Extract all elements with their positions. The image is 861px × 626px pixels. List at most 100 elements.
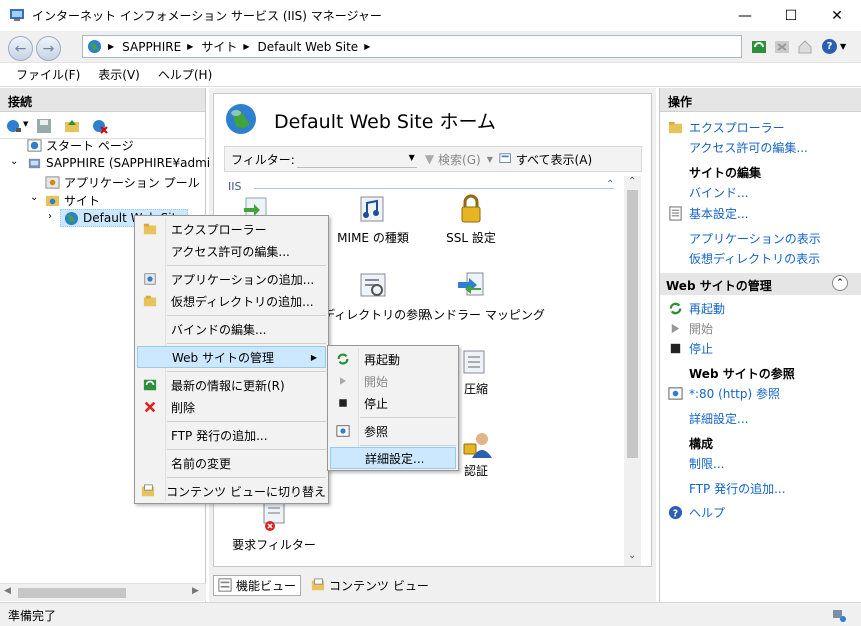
- path-segment-site[interactable]: Default Web Site: [258, 40, 359, 54]
- chevron-down-icon[interactable]: ⌄: [30, 192, 38, 203]
- menu-item-explore[interactable]: エクスプローラー: [137, 218, 326, 240]
- action-basic-settings[interactable]: 基本設定...: [668, 205, 748, 222]
- menu-item-add-virtual-directory[interactable]: 仮想ディレクトリの追加...: [137, 290, 326, 312]
- close-button[interactable]: ✕: [814, 0, 860, 31]
- vertical-scrollbar[interactable]: ⌃ ⌄: [624, 176, 641, 566]
- menu-help[interactable]: ヘルプ(H): [158, 66, 212, 83]
- submenu-item-stop[interactable]: 停止: [330, 392, 456, 414]
- section-manage-website[interactable]: Web サイトの管理 ⌃: [660, 273, 861, 295]
- menu-item-switch-content-view[interactable]: コンテンツ ビューに切り替え: [137, 480, 326, 502]
- feature-directory-browsing[interactable]: ディレクトリの参照: [323, 270, 430, 323]
- back-button[interactable]: ←: [8, 36, 33, 61]
- feature-label: ディレクトリの参照: [323, 308, 431, 322]
- tree-item-start-page[interactable]: スタート ページ: [27, 136, 134, 154]
- feature-mime-types[interactable]: MIME の種類: [323, 193, 423, 246]
- menu-view[interactable]: 表示(V): [98, 66, 140, 83]
- search-button[interactable]: 検索(G): [438, 151, 481, 168]
- tree-label: サイト: [64, 193, 101, 208]
- submenu-item-browse[interactable]: 参照: [330, 420, 456, 442]
- address-path[interactable]: ▶ SAPPHIRE ▶ サイト ▶ Default Web Site ▶: [82, 35, 742, 58]
- submenu-item-start[interactable]: 開始: [330, 370, 456, 392]
- up-folder-icon[interactable]: [64, 118, 80, 134]
- collapse-icon[interactable]: ⌃: [606, 179, 614, 190]
- tree-item-sites[interactable]: サイト: [45, 191, 100, 209]
- globe-icon: [87, 39, 102, 54]
- disconnect-icon[interactable]: [92, 118, 108, 134]
- help-dropdown[interactable]: ? ▼: [822, 39, 846, 54]
- scroll-thumb[interactable]: [627, 190, 638, 458]
- connect-icon[interactable]: [6, 118, 22, 134]
- submenu-item-restart[interactable]: 再起動: [330, 348, 456, 370]
- action-add-ftp[interactable]: FTP 発行の追加...: [668, 480, 786, 497]
- scroll-up-icon[interactable]: ⌃: [628, 176, 636, 187]
- tree-item-server[interactable]: SAPPHIRE (SAPPHIRE¥admink: [27, 154, 225, 172]
- save-icon[interactable]: [36, 118, 52, 134]
- settings-page-icon: [669, 206, 682, 221]
- action-browse-80[interactable]: *:80 (http) 参照: [668, 385, 780, 402]
- action-label: 基本設定...: [689, 207, 749, 221]
- action-restart[interactable]: 再起動: [668, 300, 725, 317]
- home-icon[interactable]: [797, 39, 813, 55]
- back-arrow-icon: ←: [14, 40, 27, 57]
- action-label: 詳細設定...: [689, 412, 749, 426]
- show-all-button[interactable]: すべて表示(A): [516, 151, 592, 168]
- menu-file[interactable]: ファイル(F): [16, 66, 80, 83]
- menu-item-rename[interactable]: 名前の変更: [137, 452, 326, 474]
- menu-item-refresh[interactable]: 最新の情報に更新(R): [137, 374, 326, 396]
- menu-separator: [167, 449, 326, 450]
- menu-separator: [167, 477, 326, 478]
- chevron-right-icon[interactable]: ›: [48, 211, 52, 222]
- scroll-left-icon[interactable]: ◀: [4, 586, 11, 596]
- menu-item-edit-bindings[interactable]: バインドの編集...: [137, 318, 326, 340]
- scroll-down-icon[interactable]: ⌄: [628, 550, 636, 561]
- action-help[interactable]: ? ヘルプ: [668, 504, 725, 521]
- action-limits[interactable]: 制限...: [668, 455, 724, 472]
- menu-item-manage-website[interactable]: Web サイトの管理 ▶: [137, 346, 326, 368]
- minimize-button[interactable]: —: [722, 0, 768, 31]
- action-edit-permissions[interactable]: アクセス許可の編集...: [668, 139, 808, 156]
- submenu-item-advanced-settings[interactable]: 詳細設定...: [330, 447, 456, 469]
- add-application-icon: [144, 273, 156, 285]
- chevron-down-icon[interactable]: ⌄: [10, 156, 18, 167]
- horizontal-scrollbar[interactable]: ◀ ▶: [0, 583, 206, 601]
- menu-label: エクスプローラー: [171, 222, 267, 237]
- svg-text:?: ?: [673, 508, 678, 519]
- feature-compression-label[interactable]: 圧縮: [464, 380, 488, 397]
- stop-icon[interactable]: [774, 39, 790, 55]
- scroll-right-icon[interactable]: ▶: [192, 586, 199, 596]
- feature-ssl-settings[interactable]: SSL 設定: [421, 193, 521, 246]
- path-segment-sites[interactable]: サイト: [201, 38, 237, 55]
- group-divider: [254, 188, 614, 189]
- feature-auth-label[interactable]: 認証: [464, 462, 488, 479]
- tree-item-app-pools[interactable]: アプリケーション プール: [45, 173, 200, 191]
- action-label: *:80 (http) 参照: [689, 387, 780, 401]
- menu-item-edit-permissions[interactable]: アクセス許可の編集...: [137, 240, 326, 262]
- action-explore[interactable]: エクスプローラー: [668, 119, 785, 136]
- action-bindings[interactable]: バインド...: [668, 184, 748, 201]
- refresh-icon[interactable]: [751, 39, 767, 55]
- scroll-thumb[interactable]: [18, 588, 126, 598]
- tab-content-view[interactable]: コンテンツ ビュー: [307, 576, 433, 595]
- filter-input[interactable]: ▼: [296, 150, 417, 168]
- menu-item-remove[interactable]: 削除: [137, 396, 326, 418]
- chevron-down-icon: ▼: [840, 42, 847, 51]
- section-configure: 構成: [668, 435, 713, 452]
- feature-request-filtering[interactable]: 要求フィルター: [224, 500, 324, 553]
- menu-item-add-application[interactable]: アプリケーションの追加...: [137, 268, 326, 290]
- action-view-applications[interactable]: アプリケーションの表示: [668, 230, 821, 247]
- action-advanced-settings[interactable]: 詳細設定...: [668, 410, 748, 427]
- action-start[interactable]: 開始: [668, 320, 713, 337]
- action-stop[interactable]: 停止: [668, 340, 713, 357]
- restart-icon: [337, 353, 349, 365]
- maximize-button[interactable]: ☐: [768, 0, 814, 31]
- feature-handler-mappings[interactable]: ハンドラー マッピング: [421, 270, 545, 323]
- section-label: サイトの編集: [689, 166, 762, 180]
- collapse-icon[interactable]: ⌃: [832, 275, 848, 291]
- tab-features-view[interactable]: 機能ビュー: [213, 574, 302, 596]
- action-view-virtual-directories[interactable]: 仮想ディレクトリの表示: [668, 250, 820, 267]
- menu-item-add-ftp[interactable]: FTP 発行の追加...: [137, 424, 326, 446]
- path-segment-server[interactable]: SAPPHIRE: [122, 40, 181, 54]
- manage-website-submenu: 再起動 開始 停止 参照 詳細設定...: [327, 345, 459, 471]
- chevron-down-icon[interactable]: ▼: [23, 120, 28, 128]
- forward-button[interactable]: →: [36, 36, 61, 61]
